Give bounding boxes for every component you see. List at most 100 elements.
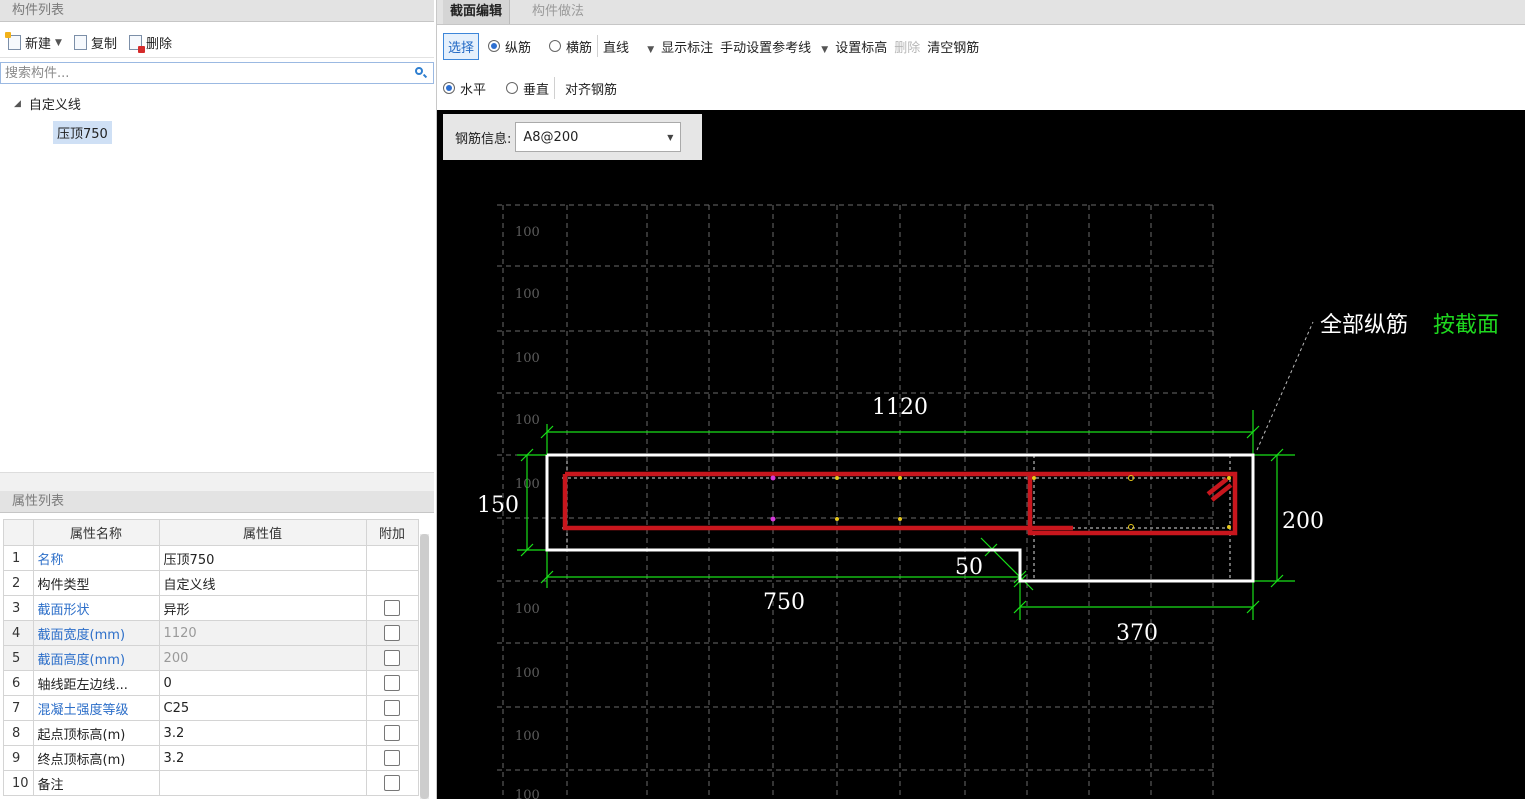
annotation-leader xyxy=(1256,321,1314,451)
property-name: 终点顶标高(m) xyxy=(32,745,160,771)
property-value[interactable]: 异形 xyxy=(158,595,367,621)
grid-label: 100 xyxy=(515,351,540,366)
grid-label: 100 xyxy=(515,666,540,681)
radio-transverse[interactable]: 横筋 xyxy=(549,37,592,56)
row-number: 3 xyxy=(3,595,34,621)
copy-doc-icon xyxy=(73,35,87,50)
property-value[interactable]: 3.2 xyxy=(158,720,367,746)
property-row[interactable]: 6 轴线距左边线... 0 xyxy=(3,670,419,696)
rebar-point[interactable] xyxy=(898,476,902,480)
property-row[interactable]: 7 混凝土强度等级 C25 xyxy=(3,695,419,721)
radio-vertical[interactable]: 垂直 xyxy=(506,79,549,98)
additional-checkbox[interactable] xyxy=(384,775,401,791)
rebar-point[interactable] xyxy=(1128,524,1134,530)
additional-checkbox[interactable] xyxy=(384,750,401,766)
dim-width-label: 1120 xyxy=(872,395,928,420)
delete-rebar-button[interactable]: 删除 xyxy=(894,37,920,56)
component-tree: ◢ 自定义线 压顶750 xyxy=(0,90,434,473)
property-value[interactable]: 0 xyxy=(158,670,367,696)
radio-longitudinal[interactable]: 纵筋 xyxy=(488,37,531,56)
copy-button[interactable]: 复制 xyxy=(73,33,117,52)
rebar-point[interactable] xyxy=(1227,525,1231,529)
new-doc-icon xyxy=(5,32,21,50)
dim-bottom-right-label: 370 xyxy=(1116,621,1158,646)
rebar-point[interactable] xyxy=(1032,476,1036,480)
property-name: 轴线距左边线... xyxy=(32,670,160,696)
drawing-canvas[interactable]: 100 100 100 100 100 100 100 100 100 1120… xyxy=(437,110,1525,803)
additional-checkbox[interactable] xyxy=(384,700,401,716)
property-name: 备注 xyxy=(32,770,160,796)
tab-bar: 截面编辑 构件做法 xyxy=(437,0,1525,25)
property-value[interactable]: 3.2 xyxy=(158,745,367,771)
property-row[interactable]: 4 截面宽度(mm) 1120 xyxy=(3,620,419,646)
header-additional: 附加 xyxy=(365,519,419,546)
manual-ref-line-button[interactable]: 手动设置参考线 ▼ xyxy=(720,37,828,56)
property-additional xyxy=(365,620,419,646)
property-value[interactable]: 200 xyxy=(158,645,367,671)
component-search xyxy=(0,62,434,84)
select-button[interactable]: 选择 xyxy=(443,32,480,60)
tab-component-method[interactable]: 构件做法 xyxy=(525,0,591,24)
property-value[interactable]: 压顶750 xyxy=(158,545,367,571)
clear-rebar-button[interactable]: 清空钢筋 xyxy=(927,37,979,56)
property-table: 属性名称 属性值 附加 1 名称 压顶750 2 构件类型 自定义线 3 截面形状 异形 4 截面宽… xyxy=(3,519,419,796)
tree-group-custom-line[interactable]: ◢ 自定义线 xyxy=(14,94,81,113)
rebar-info-select[interactable]: A8@200 ▼ xyxy=(515,122,682,152)
dim-step-label: 50 xyxy=(955,555,983,580)
additional-checkbox[interactable] xyxy=(384,650,401,666)
property-row[interactable]: 5 截面高度(mm) 200 xyxy=(3,645,419,671)
set-elevation-button[interactable]: 设置标高 xyxy=(835,37,887,56)
property-row[interactable]: 3 截面形状 异形 xyxy=(3,595,419,621)
property-value[interactable]: 自定义线 xyxy=(158,570,367,596)
property-additional xyxy=(365,670,419,696)
new-button[interactable]: 新建 ▼ xyxy=(5,32,62,52)
grid-label: 100 xyxy=(515,788,540,799)
rebar-info-panel: 钢筋信息: A8@200 ▼ xyxy=(443,114,702,160)
search-icon[interactable] xyxy=(415,67,423,75)
chevron-down-icon: ▼ xyxy=(667,132,674,142)
additional-checkbox[interactable] xyxy=(384,600,401,616)
grid-label: 100 xyxy=(515,729,540,744)
property-scrollbar[interactable] xyxy=(420,534,429,799)
property-row[interactable]: 1 名称 压顶750 xyxy=(3,545,419,571)
scrollbar-thumb[interactable] xyxy=(420,534,429,799)
rebar-point[interactable] xyxy=(835,476,839,480)
row-number: 7 xyxy=(3,695,34,721)
delete-button[interactable]: 删除 xyxy=(128,33,172,53)
tab-section-edit[interactable]: 截面编辑 xyxy=(443,0,511,24)
rebar-info-label: 钢筋信息: xyxy=(455,131,512,147)
show-annotation-button[interactable]: 显示标注 xyxy=(661,37,713,56)
property-row[interactable]: 8 起点顶标高(m) 3.2 xyxy=(3,720,419,746)
grid-label: 100 xyxy=(515,602,540,617)
property-row[interactable]: 10 备注 xyxy=(3,770,419,796)
rebar-point[interactable] xyxy=(770,516,776,522)
chevron-down-icon[interactable]: ▼ xyxy=(55,38,62,48)
additional-checkbox[interactable] xyxy=(384,725,401,741)
chevron-down-icon: ▼ xyxy=(647,44,655,55)
rebar-point[interactable] xyxy=(898,517,902,521)
property-additional xyxy=(365,570,419,596)
component-toolbar: 新建 ▼ 复制 删除 xyxy=(0,28,434,58)
tree-item-selected[interactable]: 压顶750 xyxy=(53,121,112,144)
collapse-triangle-icon[interactable]: ◢ xyxy=(14,99,21,109)
panel-splitter[interactable] xyxy=(0,472,434,491)
rebar-point[interactable] xyxy=(1227,476,1231,480)
additional-checkbox[interactable] xyxy=(384,625,401,641)
additional-checkbox[interactable] xyxy=(384,675,401,691)
line-type-dropdown[interactable]: 直线 ▼ xyxy=(603,37,654,56)
radio-horizontal[interactable]: 水平 xyxy=(443,79,486,98)
search-input[interactable] xyxy=(1,63,409,83)
property-value[interactable]: C25 xyxy=(158,695,367,721)
property-row[interactable]: 2 构件类型 自定义线 xyxy=(3,570,419,596)
dimension-lines xyxy=(517,410,1295,620)
rebar-point[interactable] xyxy=(770,475,776,481)
section-drawing[interactable]: 100100100100100100100100100 1120 150 200… xyxy=(437,110,1525,803)
radio-off-icon xyxy=(506,82,519,94)
radio-on-icon xyxy=(488,40,501,52)
rebar-point[interactable] xyxy=(835,517,839,521)
rebar-bottom-long xyxy=(562,474,1073,531)
property-row[interactable]: 9 终点顶标高(m) 3.2 xyxy=(3,745,419,771)
property-value[interactable] xyxy=(158,770,367,796)
align-rebar-button[interactable]: 对齐钢筋 xyxy=(565,79,617,98)
property-value[interactable]: 1120 xyxy=(158,620,367,646)
